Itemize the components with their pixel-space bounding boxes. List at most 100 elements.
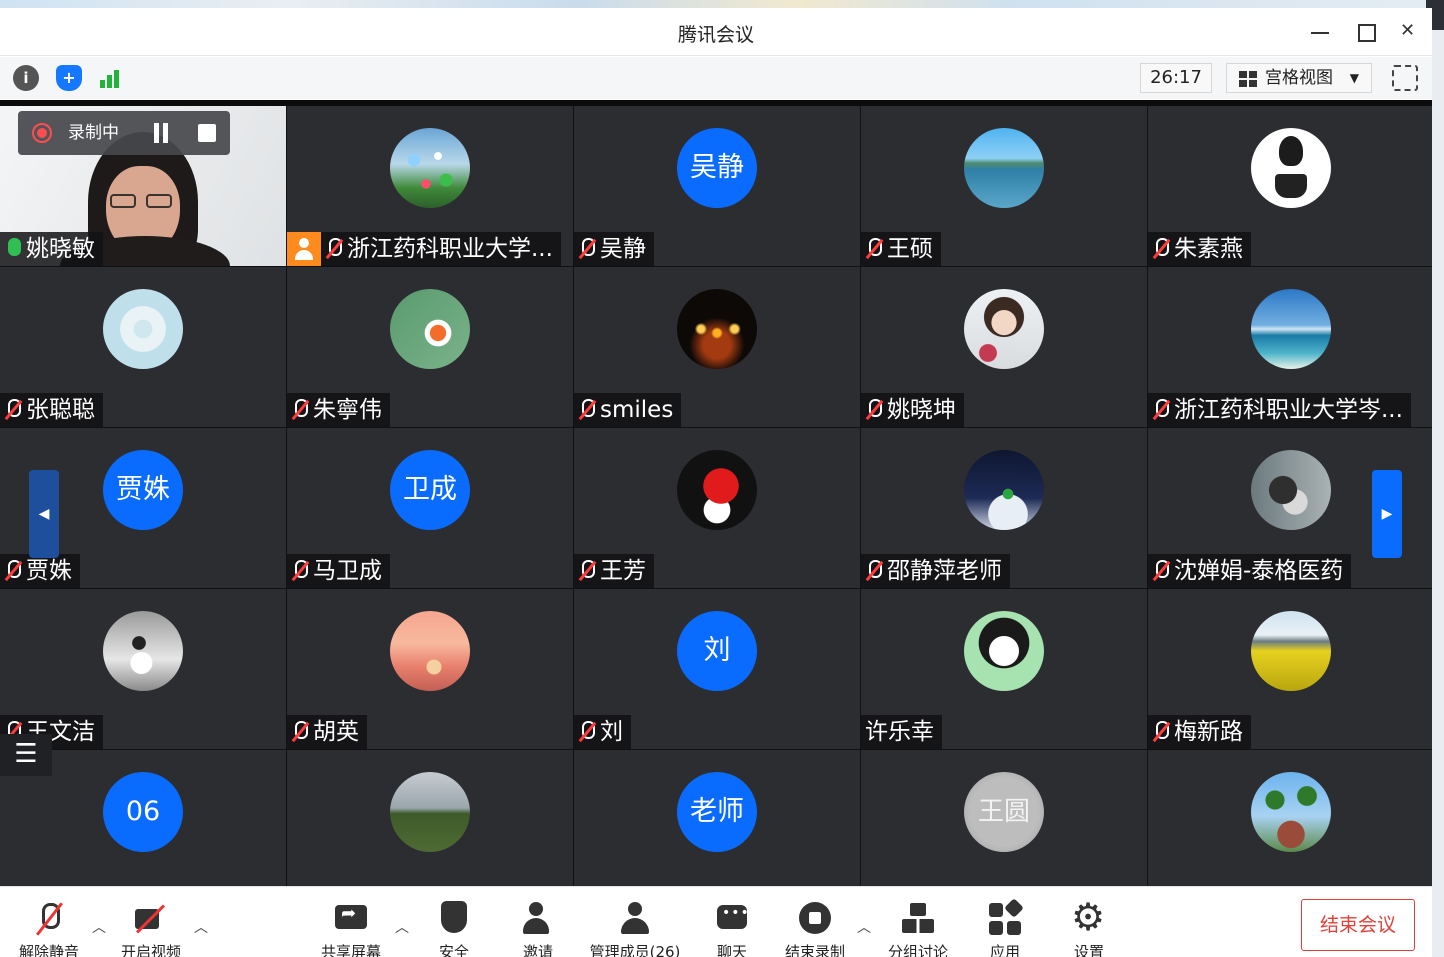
participant-tile[interactable]: 老师 (574, 750, 860, 886)
host-badge-icon (287, 232, 321, 266)
participant-nameplate: 朱寧伟 (287, 393, 390, 427)
recording-indicator: 录制中 (18, 111, 230, 155)
audio-options-chevron-icon[interactable]: ︿ (92, 917, 106, 937)
participant-name: 浙江药科职业大学岑... (1174, 397, 1403, 423)
participant-tile[interactable]: 王硕 (861, 106, 1147, 266)
muted-mic-icon (865, 237, 883, 259)
stop-recording-button[interactable]: 结束录制 (780, 887, 850, 957)
end-meeting-button[interactable]: 结束会议 (1301, 899, 1415, 951)
participant-nameplate: 浙江药科职业大学... (287, 232, 561, 266)
desktop-background (0, 0, 1444, 8)
participant-tile[interactable]: 许乐幸 (861, 589, 1147, 749)
members-icon (617, 901, 653, 937)
participant-tile[interactable]: 张聪聪 (0, 267, 286, 427)
participant-tile[interactable]: 浙江药科职业大学岑... (1148, 267, 1432, 427)
minimize-button[interactable] (1308, 20, 1332, 44)
avatar (1251, 611, 1331, 691)
next-page-button[interactable]: ▶ (1372, 470, 1402, 558)
participant-nameplate: 刘 (574, 715, 631, 749)
stop-recording-label: 结束录制 (784, 943, 845, 957)
close-button[interactable]: ✕ (1400, 20, 1414, 44)
previous-page-button[interactable]: ◀ (29, 470, 59, 558)
participant-name: 胡英 (313, 719, 359, 745)
participant-tile[interactable]: 录制中 姚晓敏 (0, 106, 286, 266)
muted-mic-icon (1152, 398, 1170, 420)
avatar (964, 611, 1044, 691)
breakout-rooms-button[interactable]: 分组讨论 (883, 887, 953, 957)
view-mode-dropdown[interactable]: 宫格视图 ▼ (1226, 63, 1372, 93)
participant-tile[interactable]: 朱寧伟 (287, 267, 573, 427)
recording-label: 录制中 (68, 123, 119, 143)
participant-nameplate: 贾姝 (0, 554, 80, 588)
signal-icon[interactable] (97, 65, 123, 91)
participant-tile[interactable]: 浙江药科职业大学... (287, 106, 573, 266)
security-button[interactable]: 安全 (420, 887, 488, 957)
video-options-chevron-icon[interactable]: ︿ (194, 917, 208, 937)
participant-nameplate: 浙江药科职业大学岑... (1148, 393, 1411, 427)
video-off-icon (133, 901, 169, 937)
chevron-down-icon: ▼ (1349, 71, 1359, 85)
unmute-button[interactable]: 解除静音 (14, 887, 84, 957)
participant-name: 浙江药科职业大学... (347, 236, 553, 262)
unmute-label: 解除静音 (18, 943, 79, 957)
participant-tile[interactable]: 卫成 马卫成 (287, 428, 573, 588)
manage-members-label: 管理成员(26) (589, 943, 681, 957)
participant-tile[interactable]: 王文洁 (0, 589, 286, 749)
avatar (390, 128, 470, 208)
participant-tile[interactable] (1148, 750, 1432, 886)
avatar (964, 289, 1044, 369)
settings-button[interactable]: 设置 (1055, 887, 1123, 957)
participant-tile[interactable]: 吴静 吴静 (574, 106, 860, 266)
manage-members-button[interactable]: 管理成员(26) (590, 887, 680, 957)
maximize-button[interactable] (1354, 20, 1378, 44)
participant-tile[interactable]: 梅新路 (1148, 589, 1432, 749)
participant-tile[interactable] (287, 750, 573, 886)
participant-name: 贾姝 (26, 558, 72, 584)
muted-mic-icon (578, 237, 596, 259)
participant-tile[interactable]: 朱素燕 (1148, 106, 1432, 266)
participant-tile[interactable]: 王圆 (861, 750, 1147, 886)
participant-nameplate: 姚晓坤 (861, 393, 964, 427)
share-options-chevron-icon[interactable]: ︿ (395, 917, 409, 937)
participant-tile[interactable]: 邵静萍老师 (861, 428, 1147, 588)
avatar: 吴静 (677, 128, 757, 208)
participant-tile[interactable]: smiles (574, 267, 860, 427)
pause-recording-icon[interactable] (152, 123, 170, 143)
muted-mic-icon (1152, 237, 1170, 259)
participant-name: 王芳 (600, 558, 646, 584)
avatar (390, 611, 470, 691)
info-icon[interactable]: i (13, 65, 39, 91)
participant-tile[interactable]: 胡英 (287, 589, 573, 749)
muted-mic-icon (291, 559, 309, 581)
participant-name: 许乐幸 (865, 719, 934, 745)
gear-icon (1071, 895, 1107, 939)
start-video-button[interactable]: 开启视频 (116, 887, 186, 957)
avatar: 贾姝 (103, 450, 183, 530)
muted-mic-icon (4, 398, 22, 420)
muted-mic-icon (31, 901, 67, 937)
participant-grid: 录制中 姚晓敏浙江药科职业大学... 吴静 吴静 王硕朱素燕张聪聪 朱寧伟 smiles 姚晓… (0, 100, 1432, 886)
share-screen-button[interactable]: 共享屏幕 (316, 887, 386, 957)
participant-tile[interactable]: 王芳 (574, 428, 860, 588)
participant-name: 朱素燕 (1174, 236, 1243, 262)
muted-mic-icon (325, 237, 343, 259)
participant-nameplate: 邵静萍老师 (861, 554, 1010, 588)
recording-dot-icon (32, 123, 52, 143)
avatar: 刘 (677, 611, 757, 691)
chat-button[interactable]: 聊天 (698, 887, 766, 957)
shield-icon[interactable]: + (56, 65, 82, 91)
fullscreen-button[interactable] (1392, 65, 1418, 91)
apps-button[interactable]: 应用 (971, 887, 1039, 957)
participant-tile[interactable]: 刘刘 (574, 589, 860, 749)
recording-options-chevron-icon[interactable]: ︿ (857, 917, 871, 937)
member-list-icon[interactable]: ☰ (0, 734, 52, 776)
participant-tile[interactable]: 姚晓坤 (861, 267, 1147, 427)
invite-button[interactable]: 邀请 (504, 887, 572, 957)
stop-recording-icon[interactable] (198, 124, 216, 142)
muted-mic-icon (291, 720, 309, 742)
desktop-edge (1426, 0, 1444, 957)
apps-icon (987, 898, 1024, 937)
share-screen-label: 共享屏幕 (320, 943, 381, 957)
meeting-info-bar: i + 26:17 宫格视图 ▼ (0, 57, 1432, 99)
avatar (1251, 289, 1331, 369)
